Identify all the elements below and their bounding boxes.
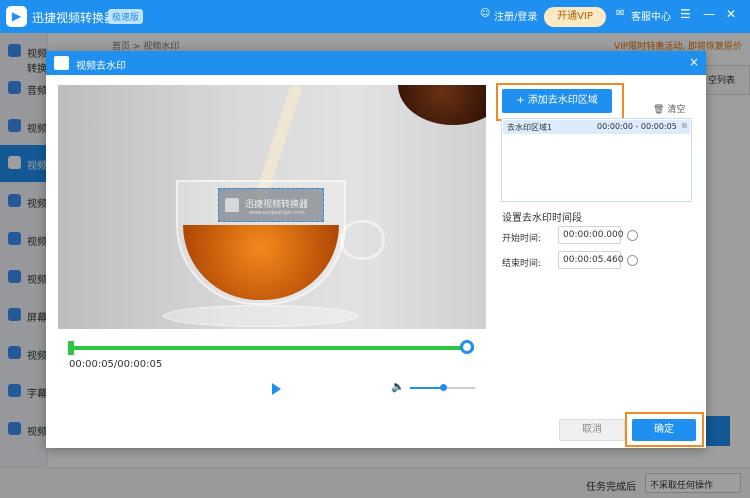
cancel-button[interactable]: 取消 <box>559 419 625 441</box>
tea-image <box>183 225 339 300</box>
teapot-image <box>398 85 486 125</box>
time-section-title: 设置去水印时间段 <box>502 213 582 224</box>
volume-icon[interactable]: 🔈 <box>391 380 405 393</box>
app-logo-icon: ▶ <box>6 6 27 27</box>
start-time-label: 开始时间: <box>502 234 542 244</box>
minimize-icon[interactable]: — <box>703 7 715 21</box>
chat-icon: ✉ <box>616 8 625 19</box>
service-link[interactable]: 客服中心 <box>631 8 671 23</box>
app-title: 迅捷视频转换器 <box>32 11 117 25</box>
close-icon[interactable]: × <box>689 55 699 69</box>
list-item[interactable]: 去水印区域1 00:00:00 - 00:00:05 ⊗ <box>503 120 690 134</box>
timeline-panel: 00:00:05/00:00:05 🔈 <box>58 329 486 409</box>
confirm-highlight <box>625 412 704 447</box>
trash-icon: 🗑 <box>653 105 665 115</box>
user-icon: ☺ <box>480 8 491 19</box>
region-list: 去水印区域1 00:00:00 - 00:00:05 ⊗ <box>501 118 692 202</box>
time-display: 00:00:05/00:00:05 <box>69 359 163 370</box>
timeline-playhead[interactable] <box>460 340 474 354</box>
start-clock-icon[interactable] <box>627 230 638 241</box>
saucer-image <box>163 305 358 327</box>
close-window-icon[interactable]: ✕ <box>726 7 736 21</box>
play-icon[interactable] <box>272 383 281 395</box>
remove-region-icon[interactable]: ⊗ <box>681 121 688 130</box>
video-preview[interactable]: 迅捷视频转换器 www.xunjieshipin.com <box>58 85 486 332</box>
watermark-logo-icon <box>225 198 239 212</box>
menu-icon[interactable]: ☰ <box>680 7 691 21</box>
watermark-url: www.xunjieshipin.com <box>249 210 305 216</box>
dialog-title: 视频去水印 <box>76 61 126 72</box>
volume-fill <box>410 387 443 389</box>
add-region-highlight <box>496 83 624 121</box>
edition-badge: 极速版 <box>108 9 144 24</box>
title-bar: ▶ 迅捷视频转换器 极速版 ☺ 注册/登录 开通VIP ✉ 客服中心 ☰ — ✕ <box>0 0 750 33</box>
vip-button[interactable]: 开通VIP <box>544 7 606 27</box>
cup-handle-image <box>340 220 385 260</box>
volume-slider[interactable] <box>410 384 475 391</box>
dialog-header: 视频去水印 × <box>46 51 706 75</box>
region-name: 去水印区域1 <box>507 123 553 132</box>
region-time: 00:00:00 - 00:00:05 <box>597 122 677 131</box>
login-link[interactable]: 注册/登录 <box>494 8 537 23</box>
watermark-icon <box>54 56 69 70</box>
watermark-dialog: 视频去水印 × 迅捷视频转换器 www.xunjieshipin.com 00:… <box>46 51 706 448</box>
start-time-input[interactable]: 00:00:00.000 <box>558 226 623 244</box>
end-clock-icon[interactable] <box>627 255 638 266</box>
timeline-track[interactable] <box>68 346 474 350</box>
timeline-start-handle[interactable] <box>68 341 74 355</box>
volume-knob[interactable] <box>439 384 447 391</box>
watermark-region-box[interactable]: 迅捷视频转换器 www.xunjieshipin.com <box>218 188 324 222</box>
watermark-text: 迅捷视频转换器 <box>245 200 309 210</box>
end-time-input[interactable]: 00:00:05.460 <box>558 251 623 269</box>
clear-button[interactable]: 🗑 清空 <box>653 102 685 115</box>
end-time-label: 结束时间: <box>502 259 542 269</box>
